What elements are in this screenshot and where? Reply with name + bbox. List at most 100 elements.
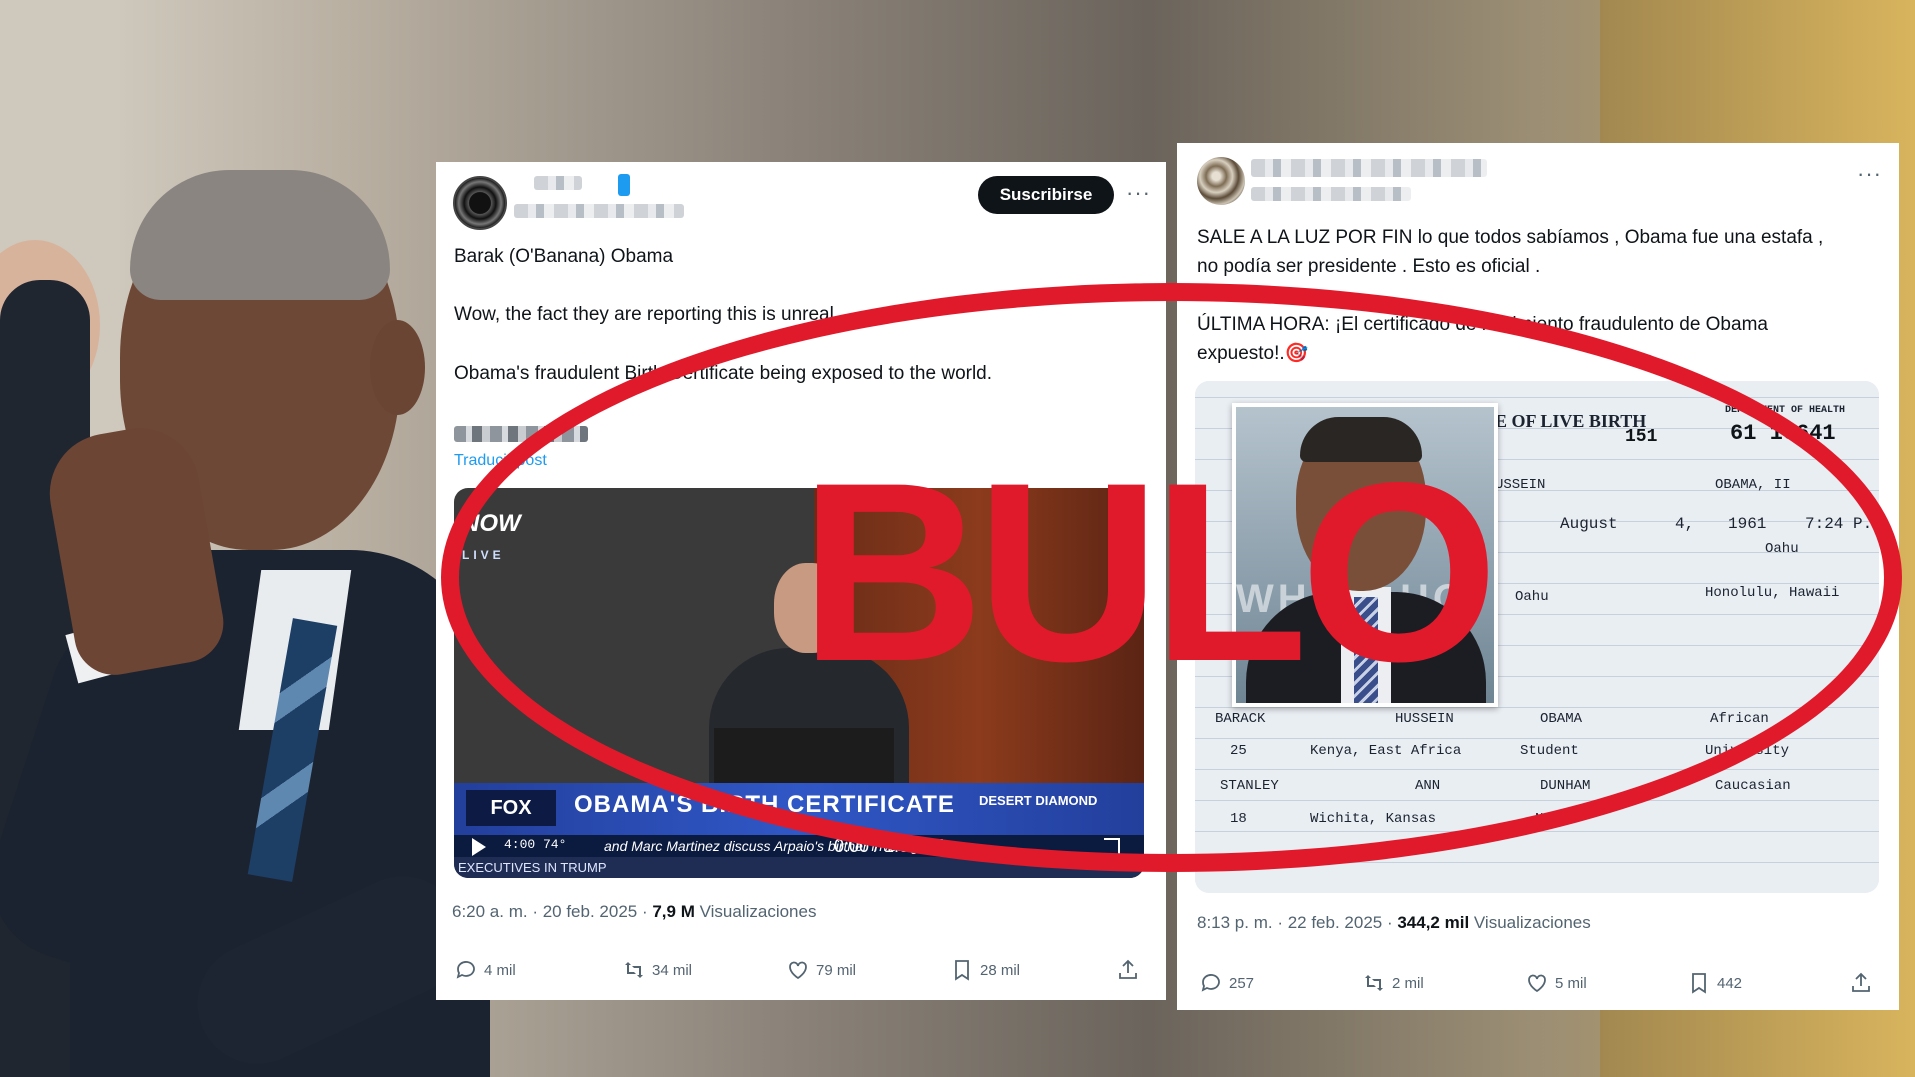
cert-field: DUNHAM [1540, 778, 1591, 794]
video-bottom-strip: EXECUTIVES IN TRUMP [454, 857, 1144, 878]
tweet-text-line: expuesto!.🎯 [1197, 343, 1309, 364]
like-button[interactable]: 5 mil [1525, 971, 1587, 995]
tweet-text-line: SALE A LA LUZ POR FIN lo que todos sabía… [1197, 227, 1824, 248]
blurred-display-name [1251, 159, 1487, 177]
cert-field: OBAMA [1540, 711, 1583, 727]
like-count: 79 mil [816, 961, 857, 979]
like-button[interactable]: 79 mil [786, 958, 856, 982]
video-time: 0:00 / 1:06:35 [834, 836, 945, 856]
tweet-meta: 8:13 p. m. · 22 feb. 2025 · 344,2 mil Vi… [1197, 913, 1591, 933]
cert-field: August [1560, 515, 1618, 533]
share-icon [1119, 959, 1137, 979]
bookmark-icon [1692, 973, 1706, 994]
inset-tie [1354, 597, 1378, 703]
tweet-text-line: no podía ser presidente . Esto es oficia… [1197, 256, 1541, 277]
cert-field: 1961 [1728, 515, 1767, 533]
blurred-display-name [534, 176, 582, 190]
cert-field: BARACK [1215, 711, 1266, 727]
repost-icon [1365, 975, 1383, 991]
repost-button[interactable]: 2 mil [1362, 971, 1424, 995]
person-hair [130, 170, 390, 300]
inset-hair [1300, 417, 1422, 462]
tweet-card-1: Suscribirse ··· Barak (O'Banana) Obama W… [436, 162, 1166, 1000]
cert-field: ANN [1415, 778, 1441, 794]
repost-button[interactable]: 34 mil [622, 958, 692, 982]
heart-icon [789, 961, 807, 980]
cert-field: University [1705, 743, 1790, 759]
reply-button[interactable]: 257 [1199, 971, 1254, 995]
play-icon[interactable] [472, 838, 486, 856]
like-count: 5 mil [1555, 974, 1587, 992]
reply-count: 4 mil [484, 961, 516, 979]
cert-field: Kenya, East Africa [1310, 743, 1462, 759]
more-options-icon[interactable]: ··· [1857, 161, 1882, 187]
bookmark-button[interactable]: 442 [1687, 971, 1742, 995]
views-label: Visualizaciones [694, 902, 817, 921]
more-options-icon[interactable]: ··· [1126, 180, 1151, 206]
reply-count: 257 [1229, 974, 1255, 992]
certificate-file-number: 151 [1625, 427, 1658, 447]
cert-field: Wichita, Kansas [1310, 811, 1437, 827]
cert-field: STANLEY [1220, 778, 1279, 794]
person-ear [370, 320, 425, 415]
share-icon [1852, 972, 1870, 992]
fox-logo: FOX [466, 790, 556, 826]
cert-field: Caucasian [1715, 778, 1791, 794]
views-count: 7,9 M [652, 902, 695, 921]
cert-field: Student [1520, 743, 1579, 759]
timestamp[interactable]: 6:20 a. m. · 20 feb. 2025 · [452, 902, 652, 921]
tweet-text-line: Obama's fraudulent Birth Certificate bei… [454, 363, 993, 384]
bookmark-icon [955, 960, 969, 981]
reply-icon [456, 961, 475, 979]
video-headline: OBAMA'S BIRTH CERTIFICATE [574, 791, 955, 818]
bookmark-button[interactable]: 28 mil [950, 958, 1020, 982]
reply-icon [1201, 974, 1220, 992]
cert-field: African [1710, 711, 1769, 727]
cert-field: OBAMA, II [1715, 477, 1791, 493]
share-button[interactable] [1116, 958, 1146, 982]
cert-field: Honolulu, Hawaii [1705, 585, 1840, 601]
fullscreen-icon[interactable] [1104, 838, 1120, 854]
repost-count: 34 mil [652, 961, 693, 979]
person-photo [0, 150, 490, 1077]
certificate-dept: DEPARTMENT OF HEALTH [1725, 405, 1846, 416]
bookmark-count: 442 [1717, 974, 1743, 992]
cert-field: USSEIN [1495, 477, 1546, 493]
timestamp[interactable]: 8:13 p. m. · 22 feb. 2025 · [1197, 913, 1397, 932]
cert-field: None [1535, 811, 1569, 827]
translate-post-link[interactable]: Traducir post [454, 452, 547, 470]
cert-field: HUSSEIN [1395, 711, 1454, 727]
bookmark-count: 28 mil [980, 961, 1021, 979]
tweet-text-line: ÚLTIMA HORA: ¡El certificado de nacimien… [1197, 314, 1768, 335]
cert-field: 25 [1230, 743, 1247, 759]
video-player[interactable]: NOW LIVE FOX OBAMA'S BIRTH CERTIFICATE D… [454, 488, 1144, 878]
verified-badge-icon [618, 174, 630, 196]
cert-field: 7:24 P.M. [1805, 515, 1879, 533]
sponsor-logo: DESERT DIAMOND [979, 793, 1098, 808]
certificate-title: TE OF LIVE BIRTH [1483, 411, 1647, 431]
repost-count: 2 mil [1392, 974, 1424, 992]
cert-field: 4, [1675, 515, 1695, 533]
blurred-username [514, 204, 684, 218]
subscribe-button[interactable]: Suscribirse [978, 176, 1114, 214]
tweet-meta: 6:20 a. m. · 20 feb. 2025 · 7,9 M Visual… [452, 902, 816, 922]
views-count: 344,2 mil [1397, 913, 1470, 932]
cert-field: 18 [1230, 811, 1247, 827]
portrait-inset: WHITE HO [1232, 403, 1498, 707]
certificate-number: 61 10641 [1730, 421, 1836, 446]
tweet-card-2: ··· SALE A LA LUZ POR FIN lo que todos s… [1177, 143, 1899, 1010]
reply-button[interactable]: 4 mil [454, 958, 516, 982]
blurred-username [1251, 187, 1411, 201]
video-clock: 4:00 74° [504, 837, 567, 852]
avatar[interactable] [453, 176, 507, 230]
views-label: Visualizaciones [1469, 913, 1591, 932]
share-button[interactable] [1849, 971, 1879, 995]
live-label: LIVE [462, 548, 505, 562]
tweet-text-line: Wow, the fact they are reporting this is… [454, 304, 840, 325]
heart-icon [1528, 974, 1546, 993]
certificate-image[interactable]: TE OF LIVE BIRTH DEPARTMENT OF HEALTH 15… [1195, 381, 1879, 893]
cert-field: Oahu [1765, 541, 1799, 557]
avatar[interactable] [1197, 157, 1245, 205]
tweet-text-line: Barak (O'Banana) Obama [454, 246, 674, 267]
blurred-mention [454, 426, 588, 442]
